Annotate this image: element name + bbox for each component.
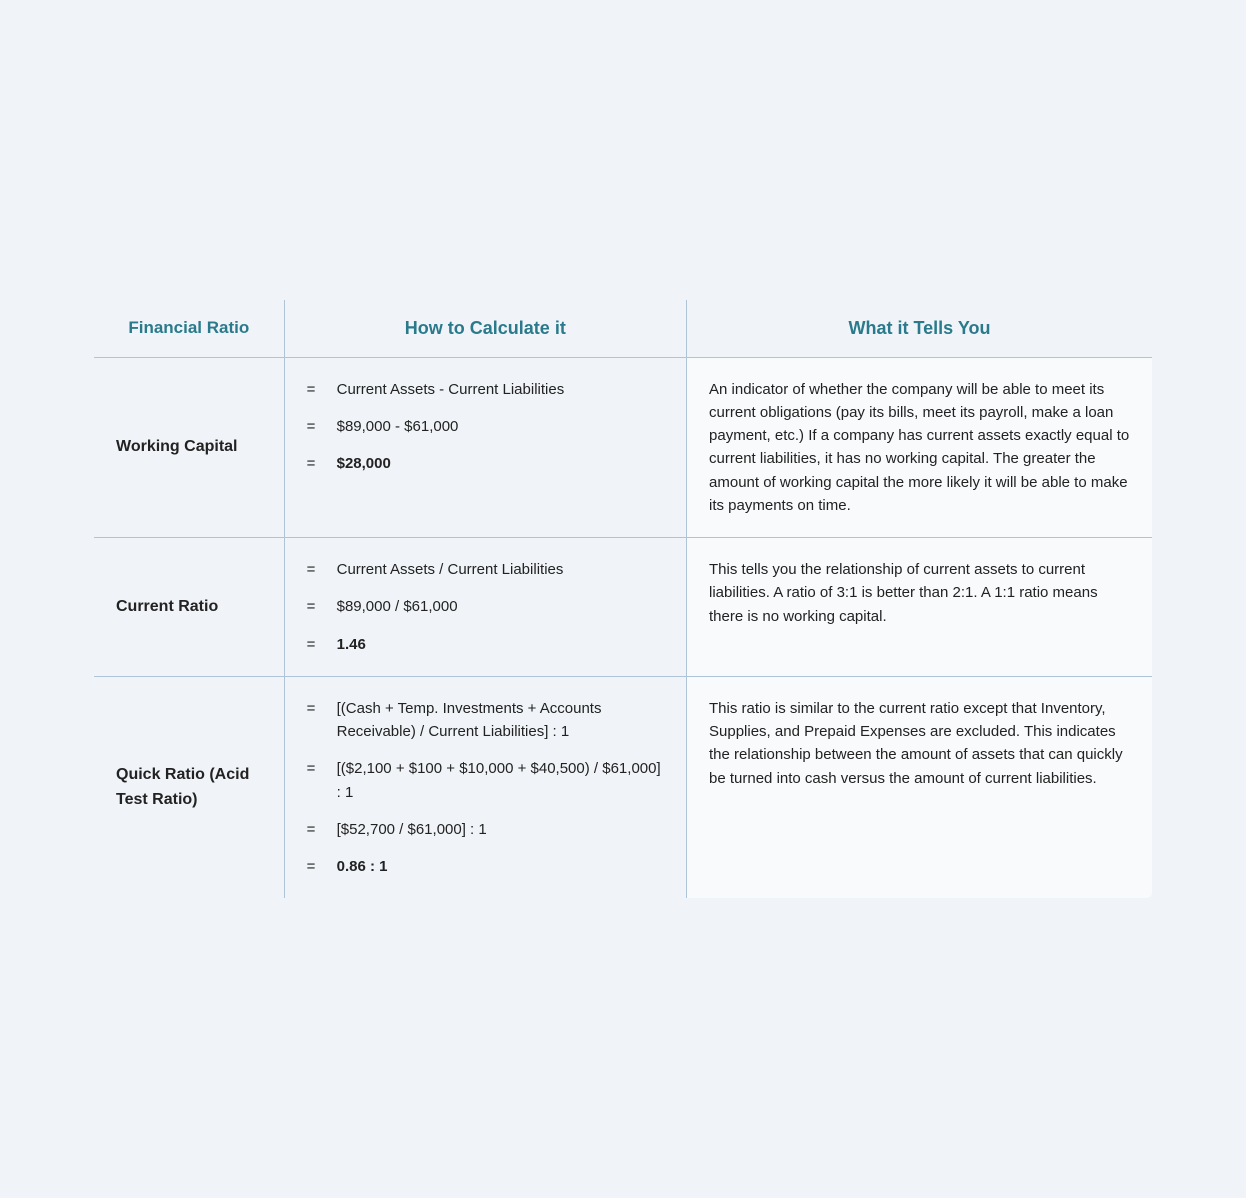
calc-value: $89,000 - $61,000 bbox=[337, 415, 664, 438]
calc-value: 1.46 bbox=[337, 633, 664, 656]
equals-sign: = bbox=[307, 757, 331, 780]
equals-sign: = bbox=[307, 415, 331, 438]
calc-value: 0.86 : 1 bbox=[337, 855, 664, 878]
table-row: Working Capital = Current Assets - Current… bbox=[94, 357, 1153, 538]
calc-line: = Current Assets / Current Liabilities bbox=[307, 558, 664, 581]
equals-sign: = bbox=[307, 595, 331, 618]
ratio-name-cell: Working Capital bbox=[94, 357, 285, 538]
calc-line: = 0.86 : 1 bbox=[307, 855, 664, 878]
equals-sign: = bbox=[307, 558, 331, 581]
calc-value: $89,000 / $61,000 bbox=[337, 595, 664, 618]
calc-line: = [(Cash + Temp. Investments + Accounts R… bbox=[307, 697, 664, 744]
calc-cell: = Current Assets - Current Liabilities = $8… bbox=[284, 357, 686, 538]
calc-cell: = [(Cash + Temp. Investments + Accounts R… bbox=[284, 676, 686, 899]
equals-sign: = bbox=[307, 697, 331, 720]
table-wrapper: Financial Ratio How to Calculate it What… bbox=[73, 279, 1173, 920]
calc-value: [($2,100 + $100 + $10,000 + $40,500) / $… bbox=[337, 757, 664, 804]
ratio-name-cell: Current Ratio bbox=[94, 538, 285, 677]
equals-sign: = bbox=[307, 818, 331, 841]
calc-value: [(Cash + Temp. Investments + Accounts Re… bbox=[337, 697, 664, 744]
col-header-calc: How to Calculate it bbox=[284, 299, 686, 357]
ratio-name-cell: Quick Ratio (Acid Test Ratio) bbox=[94, 676, 285, 899]
tells-cell: This ratio is similar to the current rat… bbox=[687, 676, 1153, 899]
calc-line: = $28,000 bbox=[307, 452, 664, 475]
calc-value: $28,000 bbox=[337, 452, 664, 475]
col-header-ratio: Financial Ratio bbox=[94, 299, 285, 357]
table-row: Current Ratio = Current Assets / Current L… bbox=[94, 538, 1153, 677]
calc-line: = 1.46 bbox=[307, 633, 664, 656]
equals-sign: = bbox=[307, 633, 331, 656]
financial-ratios-table: Financial Ratio How to Calculate it What… bbox=[93, 299, 1153, 900]
equals-sign: = bbox=[307, 378, 331, 401]
calc-value: Current Assets / Current Liabilities bbox=[337, 558, 664, 581]
equals-sign: = bbox=[307, 452, 331, 475]
calc-line: = [$52,700 / $61,000] : 1 bbox=[307, 818, 664, 841]
equals-sign: = bbox=[307, 855, 331, 878]
header-row: Financial Ratio How to Calculate it What… bbox=[94, 299, 1153, 357]
calc-value: [$52,700 / $61,000] : 1 bbox=[337, 818, 664, 841]
table-row: Quick Ratio (Acid Test Ratio) = [(Cash + T… bbox=[94, 676, 1153, 899]
calc-line: = $89,000 - $61,000 bbox=[307, 415, 664, 438]
calc-line: = Current Assets - Current Liabilities bbox=[307, 378, 664, 401]
calc-value: Current Assets - Current Liabilities bbox=[337, 378, 664, 401]
calc-cell: = Current Assets / Current Liabilities = $8… bbox=[284, 538, 686, 677]
tells-cell: This tells you the relationship of curre… bbox=[687, 538, 1153, 677]
col-header-tells: What it Tells You bbox=[687, 299, 1153, 357]
calc-line: = [($2,100 + $100 + $10,000 + $40,500) / … bbox=[307, 757, 664, 804]
calc-line: = $89,000 / $61,000 bbox=[307, 595, 664, 618]
tells-cell: An indicator of whether the company will… bbox=[687, 357, 1153, 538]
